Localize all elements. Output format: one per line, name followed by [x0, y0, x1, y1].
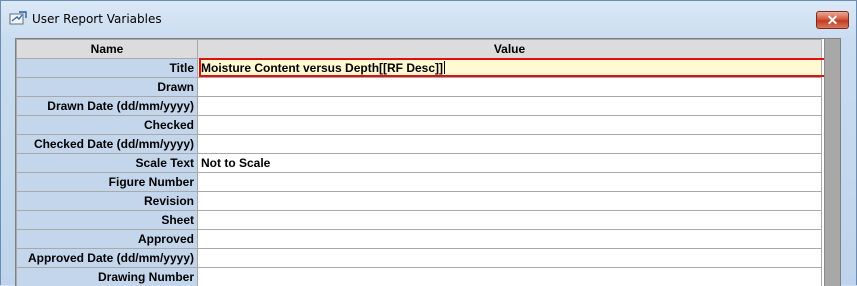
title-value-input[interactable]: Moisture Content versus Depth[[RF Desc]]: [198, 59, 822, 78]
row-value-text: Not to Scale: [201, 156, 270, 170]
row-value-text: Moisture Content versus Depth[[RF Desc]]: [201, 61, 443, 75]
table-row[interactable]: Approved: [17, 230, 822, 249]
text-caret: [444, 61, 445, 74]
row-value-cell[interactable]: Not to Scale: [198, 154, 822, 173]
row-name-cell: Title: [17, 59, 198, 78]
table-row[interactable]: Drawing Number: [17, 268, 822, 286]
row-value-cell[interactable]: [198, 192, 822, 211]
row-name-cell: Approved Date (dd/mm/yyyy): [17, 249, 198, 268]
table-row[interactable]: TitleMoisture Content versus Depth[[RF D…: [17, 59, 822, 78]
window-title: User Report Variables: [32, 12, 162, 26]
row-value-cell[interactable]: [198, 78, 822, 97]
close-button[interactable]: ✕: [816, 11, 849, 29]
table-row[interactable]: Drawn Date (dd/mm/yyyy): [17, 97, 822, 116]
row-value-cell[interactable]: [198, 116, 822, 135]
title-bar[interactable]: User Report Variables ✕: [1, 1, 856, 37]
row-name-cell: Approved: [17, 230, 198, 249]
row-value-cell[interactable]: [198, 135, 822, 154]
row-name-cell: Revision: [17, 192, 198, 211]
table-row[interactable]: Drawn: [17, 78, 822, 97]
row-value-cell[interactable]: [198, 268, 822, 286]
variables-table: Name Value TitleMoisture Content versus …: [16, 39, 822, 286]
row-value-cell[interactable]: [198, 249, 822, 268]
row-name-cell: Drawn: [17, 78, 198, 97]
table-row[interactable]: Figure Number: [17, 173, 822, 192]
row-name-cell: Scale Text: [17, 154, 198, 173]
row-value-cell[interactable]: [198, 230, 822, 249]
column-header-value[interactable]: Value: [198, 40, 822, 59]
app-icon: [9, 11, 27, 25]
row-name-cell: Checked Date (dd/mm/yyyy): [17, 135, 198, 154]
row-name-cell: Figure Number: [17, 173, 198, 192]
header-row: Name Value: [17, 40, 822, 59]
row-value-cell[interactable]: [198, 211, 822, 230]
table-row[interactable]: Approved Date (dd/mm/yyyy): [17, 249, 822, 268]
variables-grid: Name Value TitleMoisture Content versus …: [15, 38, 841, 286]
table-row[interactable]: Checked Date (dd/mm/yyyy): [17, 135, 822, 154]
row-name-cell: Drawing Number: [17, 268, 198, 286]
row-value-cell[interactable]: [198, 97, 822, 116]
vertical-scrollbar[interactable]: [824, 39, 841, 286]
table-row[interactable]: Scale TextNot to Scale: [17, 154, 822, 173]
row-name-cell: Sheet: [17, 211, 198, 230]
table-row[interactable]: Sheet: [17, 211, 822, 230]
user-report-variables-dialog: User Report Variables ✕ Name Value Title…: [0, 0, 857, 285]
row-name-cell: Checked: [17, 116, 198, 135]
table-row[interactable]: Checked: [17, 116, 822, 135]
column-header-name[interactable]: Name: [17, 40, 198, 59]
row-value-cell[interactable]: [198, 173, 822, 192]
row-name-cell: Drawn Date (dd/mm/yyyy): [17, 97, 198, 116]
table-row[interactable]: Revision: [17, 192, 822, 211]
